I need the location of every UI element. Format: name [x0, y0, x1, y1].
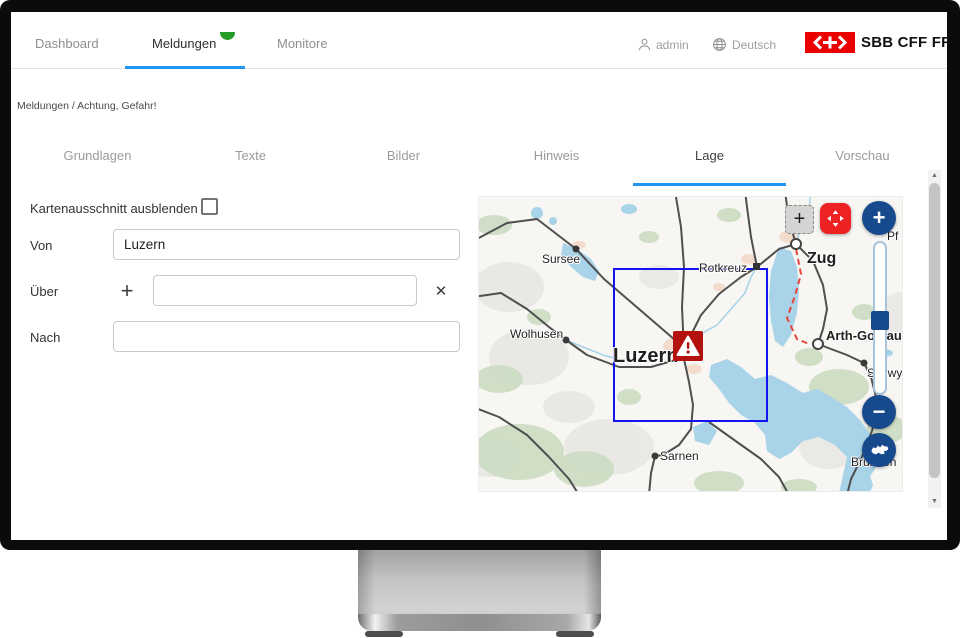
map-canvas[interactable]: Sursee Wolhusen Luzern Rotkreuz Zug Arth…: [478, 196, 903, 492]
clear-via-button[interactable]: ✕: [429, 279, 453, 303]
map-label-arth-goldau: Arth-Goldau: [826, 328, 902, 343]
scroll-down-arrow[interactable]: ▼: [928, 496, 941, 508]
pan-mode-button[interactable]: [820, 203, 851, 234]
map-label-luzern: Luzern: [613, 345, 679, 368]
reset-view-button[interactable]: [862, 433, 896, 467]
von-label: Von: [30, 238, 52, 253]
tab-lage[interactable]: Lage: [633, 140, 786, 172]
app-screen: Dashboard Meldungen Monitore admin Deuts…: [11, 12, 947, 540]
monitor-foot: [556, 631, 594, 637]
von-input[interactable]: [113, 229, 460, 260]
tab-bilder[interactable]: Bilder: [327, 140, 480, 172]
tab-vorschau[interactable]: Vorschau: [786, 140, 939, 172]
breadcrumb: Meldungen / Achtung, Gefahr!: [17, 100, 157, 112]
monitor-foot: [365, 631, 403, 637]
map-label-sarnen: Sarnen: [660, 449, 699, 463]
nav-item-dashboard[interactable]: Dashboard: [35, 36, 99, 51]
language-menu[interactable]: Deutsch: [732, 38, 776, 52]
switzerland-icon: [869, 443, 890, 457]
globe-icon: [712, 37, 727, 52]
nav-item-meldungen[interactable]: Meldungen: [152, 36, 216, 51]
move-icon: [825, 208, 846, 229]
nav-item-monitore[interactable]: Monitore: [277, 36, 328, 51]
map-label-wolhusen: Wolhusen: [510, 327, 563, 341]
sbb-logo-icon: [805, 32, 855, 53]
ueber-label: Über: [30, 284, 58, 299]
nach-label: Nach: [30, 330, 60, 345]
zoom-in-button[interactable]: +: [862, 201, 896, 235]
danger-marker-icon[interactable]: [673, 331, 703, 361]
scroll-up-arrow[interactable]: ▲: [928, 170, 941, 182]
zoom-slider-handle[interactable]: [871, 311, 889, 330]
nach-input[interactable]: [113, 321, 460, 352]
user-menu[interactable]: admin: [656, 38, 689, 52]
detail-tabs: Grundlagen Texte Bilder Hinweis Lage Vor…: [21, 140, 939, 172]
add-via-button[interactable]: +: [115, 279, 139, 303]
zoom-out-button[interactable]: −: [862, 395, 896, 429]
tab-hinweis[interactable]: Hinweis: [480, 140, 633, 172]
page: Dashboard Meldungen Monitore admin Deuts…: [0, 0, 960, 638]
active-nav-underline: [125, 66, 245, 69]
scrollbar-thumb[interactable]: [929, 183, 940, 478]
content-scrollbar[interactable]: ▲ ▼: [928, 170, 941, 508]
user-icon: [637, 37, 652, 52]
ueber-input[interactable]: [153, 275, 417, 306]
hide-map-checkbox[interactable]: [201, 198, 218, 215]
map-label-rotkreuz: Rotkreuz: [699, 261, 747, 275]
tab-texte[interactable]: Texte: [174, 140, 327, 172]
brand-wordmark: SBB CFF FFS: [861, 34, 947, 51]
hide-map-label: Kartenausschnitt ausblenden: [30, 201, 198, 216]
meldungen-status-badge: [220, 32, 235, 40]
map-label-sursee: Sursee: [542, 252, 580, 266]
tab-grundlagen[interactable]: Grundlagen: [21, 140, 174, 172]
monitor-stand-base: [358, 614, 601, 631]
overview-toggle-button[interactable]: +: [785, 205, 814, 234]
top-navbar: Dashboard Meldungen Monitore admin Deuts…: [11, 12, 947, 69]
zoom-slider[interactable]: [873, 241, 887, 395]
map-label-zug: Zug: [807, 250, 836, 268]
